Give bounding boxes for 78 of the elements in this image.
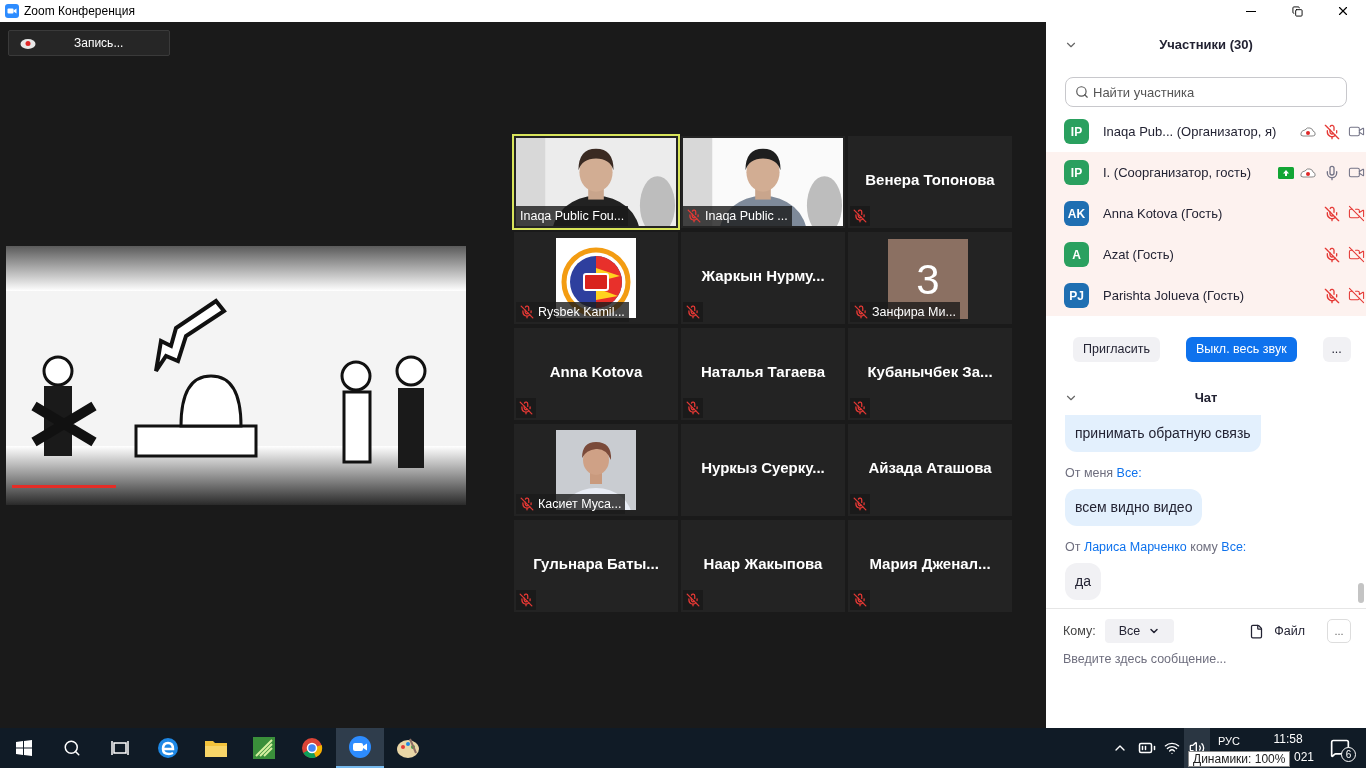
taskbar-button[interactable] [336, 728, 384, 768]
video-camera-icon [5, 4, 19, 18]
folder-icon [204, 738, 228, 758]
wifi-icon[interactable] [1163, 740, 1180, 756]
panel-title: Участники (30) [1158, 36, 1254, 55]
participant-row[interactable]: A Azat (Гость) [1046, 234, 1366, 275]
close-icon [1336, 4, 1350, 18]
chat-message: всем видно видео [1065, 488, 1203, 526]
invite-button[interactable]: Пригласить [1073, 337, 1160, 362]
avatar: IP [1064, 160, 1089, 185]
camera-off-icon[interactable] [1347, 287, 1365, 304]
participant-row[interactable]: AK Anna Kotova (Гость) [1046, 193, 1366, 234]
participant-row[interactable]: IP I. (Соорганизатор, гость) [1046, 152, 1366, 193]
recipient-label: Кому: [1063, 622, 1096, 640]
camera-off-icon[interactable] [1347, 246, 1365, 263]
participant-name: Inaqa Public Fou... [520, 207, 625, 225]
record-button[interactable]: Запись... [8, 30, 170, 56]
search-field[interactable]: Найти участника [1065, 77, 1347, 107]
clock-date[interactable]: 021 [1293, 748, 1318, 766]
participant-name: Azat (Гость) [1103, 245, 1175, 264]
palette-icon [396, 737, 420, 759]
clock-time[interactable]: 11:58 [1273, 730, 1303, 748]
participant-name: Наар Жакыпова [703, 553, 823, 574]
search-icon [63, 739, 81, 757]
participant-name: Кубанычбек За... [867, 361, 993, 382]
participant-name: Anna Kotova [549, 361, 643, 382]
participant-name: Мария Дженал... [869, 553, 991, 574]
message-sender: От меня Все: [1065, 465, 1142, 482]
participant-name: Parishta Jolueva (Гость) [1103, 286, 1245, 305]
video-camera-icon [348, 735, 372, 759]
search-icon [1075, 85, 1089, 99]
language-indicator[interactable]: РУС [1217, 735, 1240, 747]
panel-title: Чат [1193, 388, 1219, 407]
notification-count: 6 [1341, 747, 1356, 762]
participant-name: Гульнара Баты... [533, 553, 659, 574]
file-button[interactable]: Файл [1249, 619, 1305, 643]
mic-muted-icon[interactable] [1324, 246, 1341, 263]
participant-name: Нуркыз Суерку... [701, 457, 825, 478]
chat-message: да [1065, 562, 1101, 600]
mic-muted-icon[interactable] [1324, 123, 1341, 140]
participant-name: Наталья Тагаева [701, 361, 825, 382]
record-icon [20, 37, 36, 49]
participant-name: Жаркын Нурму... [701, 265, 825, 286]
participant-name: I. (Соорганизатор, гость) [1103, 163, 1252, 182]
tooltip: Динамики: 100% [1188, 751, 1291, 767]
window-title: Zoom Конференция [24, 3, 135, 20]
message-sender: От Лариса Марченко кому Все: [1065, 538, 1247, 556]
recipient-dropdown[interactable]: Все [1104, 619, 1175, 643]
minimize-icon [1246, 10, 1256, 12]
avatar: A [1064, 242, 1089, 267]
participant-name: Anna Kotova (Гость) [1103, 204, 1224, 223]
participant-name: Inaqa Pub... (Организатор, я) [1103, 122, 1277, 141]
participant-row[interactable]: PJ Parishta Jolueva (Гость) [1046, 275, 1366, 316]
mute-all-button[interactable]: Выкл. весь звук [1185, 337, 1297, 362]
mic-muted-icon[interactable] [1324, 287, 1341, 304]
scrollbar[interactable] [1358, 583, 1364, 603]
restore-icon [1291, 5, 1303, 17]
participant-name: Rysbek Kamil... [538, 303, 625, 321]
chrome-icon [301, 737, 323, 759]
more-button[interactable]: ... [1322, 337, 1351, 362]
chat-message: принимать обратную связь [1065, 415, 1261, 452]
task-view-icon [111, 740, 129, 756]
participant-name: Айзада Аташова [868, 457, 992, 478]
camera-off-icon[interactable] [1347, 205, 1365, 222]
mic-muted-icon[interactable] [1324, 205, 1341, 222]
message-input[interactable]: Введите здесь сообщение... [1063, 649, 1349, 669]
app-icon [253, 737, 275, 759]
file-icon [1249, 623, 1265, 639]
notifications-icon[interactable] [1330, 738, 1350, 758]
avatar: PJ [1064, 283, 1089, 308]
participant-name: Inaqa Public ... [705, 207, 788, 225]
participant-name: Касиет Муса... [538, 495, 622, 513]
more-button[interactable]: ... [1327, 619, 1351, 643]
avatar: IP [1064, 119, 1089, 144]
windows-icon [16, 740, 32, 756]
participant-name: Венера Топонова [865, 169, 995, 190]
avatar: AK [1064, 201, 1089, 226]
browser-icon [157, 737, 179, 759]
